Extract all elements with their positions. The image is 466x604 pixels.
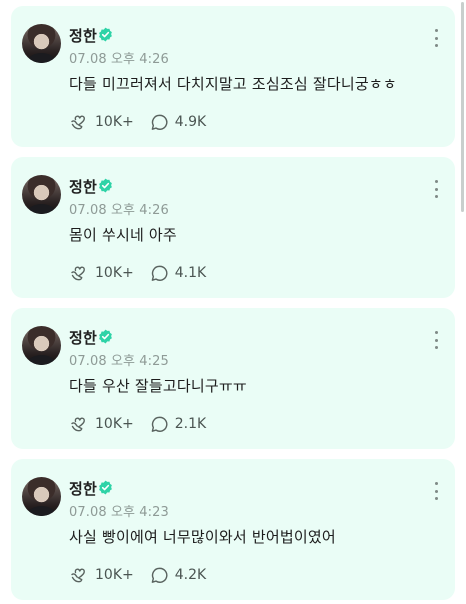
post-actions: 10K+ 4.2K	[69, 564, 222, 586]
post-time: 07.08 오후 4:25	[69, 354, 169, 369]
post-time: 07.08 오후 4:26	[69, 52, 169, 67]
author-name[interactable]: 정한	[69, 478, 97, 499]
heart-hand-icon	[71, 417, 85, 432]
like-button[interactable]: 10K+	[69, 414, 134, 434]
verified-badge-icon	[99, 27, 112, 42]
post-actions: 10K+ 4.9K	[69, 111, 222, 133]
author-name[interactable]: 정한	[69, 327, 97, 348]
avatar[interactable]	[22, 175, 61, 214]
more-vertical-icon[interactable]	[427, 481, 445, 501]
comment-count: 4.9K	[174, 114, 207, 130]
post-message: 몸이 쑤시네 아주	[69, 226, 177, 244]
comment-count: 4.1K	[174, 265, 207, 281]
like-count: 10K+	[95, 416, 134, 432]
comment-button[interactable]: 2.1K	[150, 415, 206, 434]
more-vertical-icon[interactable]	[427, 28, 445, 48]
like-button[interactable]: 10K+	[69, 112, 134, 132]
like-button[interactable]: 10K+	[69, 565, 134, 585]
like-button[interactable]: 10K+	[69, 263, 134, 283]
post-card[interactable]: 정한 07.08 오후 4:26 다들 미끄러져서 다치지말고 조심조심 잘다니…	[11, 6, 455, 147]
author-name[interactable]: 정한	[69, 25, 97, 46]
post-feed: 정한 07.08 오후 4:26 다들 미끄러져서 다치지말고 조심조심 잘다니…	[0, 0, 466, 604]
comment-bubble-icon	[151, 265, 168, 281]
more-vertical-icon[interactable]	[427, 330, 445, 350]
post-time: 07.08 오후 4:23	[69, 505, 169, 520]
verified-badge-icon	[99, 178, 112, 193]
comment-count: 4.2K	[174, 567, 207, 583]
comment-button[interactable]: 4.9K	[150, 113, 206, 132]
post-message: 다들 우산 잘들고다니구ㅠㅠ	[69, 377, 247, 395]
comment-button[interactable]: 4.2K	[150, 566, 206, 585]
avatar[interactable]	[22, 24, 61, 63]
comment-bubble-icon	[151, 114, 168, 130]
post-actions: 10K+ 4.1K	[69, 262, 222, 284]
scrollbar[interactable]	[461, 2, 464, 212]
verified-badge-icon	[99, 329, 112, 344]
post-card[interactable]: 정한 07.08 오후 4:23 사실 빵이에여 너무많이와서 반어법이였어 1…	[11, 459, 455, 600]
post-time: 07.08 오후 4:26	[69, 203, 169, 218]
comment-count: 2.1K	[174, 416, 207, 432]
avatar[interactable]	[22, 326, 61, 365]
like-count: 10K+	[95, 567, 134, 583]
heart-hand-icon	[71, 115, 85, 130]
comment-button[interactable]: 4.1K	[150, 264, 206, 283]
heart-hand-icon	[71, 568, 85, 583]
post-card[interactable]: 정한 07.08 오후 4:25 다들 우산 잘들고다니구ㅠㅠ 10K+ 2.1…	[11, 308, 455, 449]
post-card[interactable]: 정한 07.08 오후 4:26 몸이 쑤시네 아주 10K+ 4.1K	[11, 157, 455, 298]
comment-bubble-icon	[151, 416, 168, 432]
like-count: 10K+	[95, 114, 134, 130]
more-vertical-icon[interactable]	[427, 179, 445, 199]
post-actions: 10K+ 2.1K	[69, 413, 222, 435]
comment-bubble-icon	[151, 567, 168, 583]
post-message: 사실 빵이에여 너무많이와서 반어법이였어	[69, 528, 336, 546]
avatar[interactable]	[22, 477, 61, 516]
post-message: 다들 미끄러져서 다치지말고 조심조심 잘다니궁ㅎㅎ	[69, 75, 397, 93]
verified-badge-icon	[99, 480, 112, 495]
heart-hand-icon	[71, 266, 85, 281]
like-count: 10K+	[95, 265, 134, 281]
author-name[interactable]: 정한	[69, 176, 97, 197]
